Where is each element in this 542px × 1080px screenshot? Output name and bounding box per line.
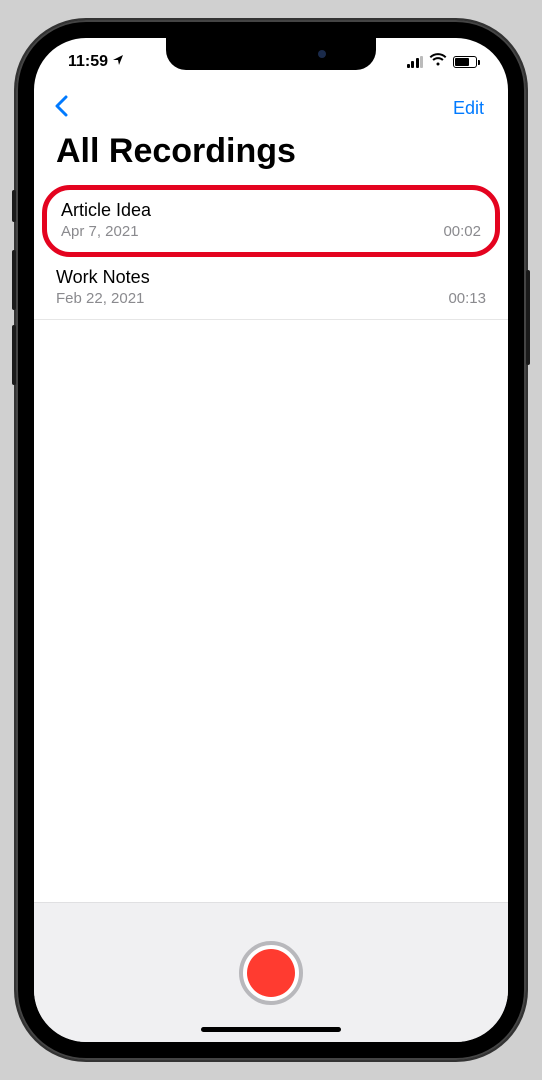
volume-up-button[interactable] [12, 250, 16, 310]
recording-duration: 00:02 [443, 223, 481, 240]
phone-screen: 11:59 Edit [34, 38, 508, 1042]
location-icon [112, 53, 124, 71]
notch [166, 38, 376, 70]
recording-title: Work Notes [56, 267, 486, 288]
record-icon [247, 949, 295, 997]
battery-icon [453, 56, 480, 68]
status-time: 11:59 [68, 53, 108, 71]
recording-row[interactable]: Article Idea Apr 7, 2021 00:02 [42, 185, 500, 257]
back-button[interactable] [50, 94, 68, 122]
wifi-icon [429, 53, 447, 72]
cellular-signal-icon [407, 56, 424, 68]
page-title: All Recordings [34, 130, 508, 187]
phone-frame: 11:59 Edit [16, 20, 526, 1060]
recording-date: Apr 7, 2021 [61, 223, 139, 240]
record-button[interactable] [239, 941, 303, 1005]
nav-bar: Edit [34, 86, 508, 130]
recording-duration: 00:13 [448, 290, 486, 307]
power-button[interactable] [526, 270, 530, 365]
recording-title: Article Idea [61, 200, 481, 221]
recording-row[interactable]: Work Notes Feb 22, 2021 00:13 [34, 257, 508, 320]
home-indicator[interactable] [201, 1027, 341, 1032]
recording-date: Feb 22, 2021 [56, 290, 144, 307]
recordings-list: Article Idea Apr 7, 2021 00:02 Work Note… [34, 187, 508, 902]
volume-down-button[interactable] [12, 325, 16, 385]
record-toolbar [34, 902, 508, 1042]
silence-switch[interactable] [12, 190, 16, 222]
edit-button[interactable]: Edit [453, 98, 492, 119]
